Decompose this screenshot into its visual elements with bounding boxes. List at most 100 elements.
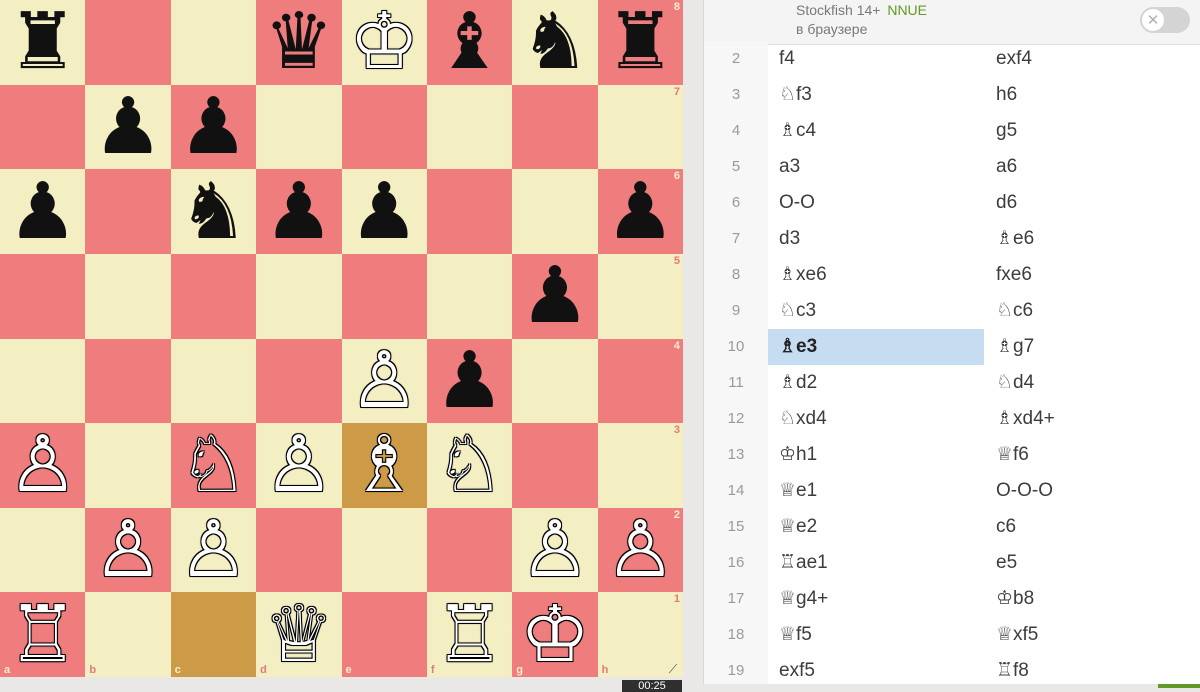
white-queen-icon[interactable]: ♕: [256, 592, 341, 677]
move-white[interactable]: f4: [768, 41, 984, 77]
square-a5[interactable]: [0, 253, 86, 339]
move-white[interactable]: ♗d2: [768, 365, 984, 401]
white-pawn-icon[interactable]: ♙: [598, 508, 683, 593]
move-white[interactable]: ♕e2: [768, 509, 984, 545]
square-f7[interactable]: [426, 84, 513, 170]
black-queen-icon[interactable]: ♛: [256, 0, 341, 85]
square-g8[interactable]: ♞: [512, 0, 598, 85]
square-g3[interactable]: [512, 423, 598, 508]
square-d3[interactable]: ♙: [256, 423, 342, 508]
move-white[interactable]: O-O: [768, 185, 984, 221]
square-g5[interactable]: ♟: [512, 253, 598, 339]
black-pawn-icon[interactable]: ♟: [85, 85, 170, 170]
square-d4[interactable]: [256, 338, 342, 424]
black-pawn-icon[interactable]: ♟: [256, 169, 341, 254]
square-f5[interactable]: [426, 253, 513, 339]
black-pawn-icon[interactable]: ♟: [598, 169, 683, 254]
square-c5[interactable]: [170, 253, 257, 339]
square-a7[interactable]: [0, 84, 86, 170]
square-d2[interactable]: [256, 507, 342, 593]
move-black[interactable]: g5: [985, 113, 1200, 149]
white-pawn-icon[interactable]: ♙: [512, 508, 597, 593]
square-f8[interactable]: ♝: [426, 0, 513, 85]
move-black[interactable]: ♕xf5: [985, 617, 1200, 653]
move-white[interactable]: ♘f3: [768, 77, 984, 113]
square-e4[interactable]: ♙: [341, 338, 427, 424]
square-f1[interactable]: ♖ f: [426, 592, 513, 677]
black-knight-icon[interactable]: ♞: [512, 0, 597, 85]
square-g7[interactable]: [512, 84, 598, 170]
black-pawn-icon[interactable]: ♟: [171, 85, 256, 170]
square-c3[interactable]: ♘: [170, 423, 257, 508]
white-king-icon[interactable]: ♔: [512, 592, 597, 677]
square-b8[interactable]: [85, 0, 171, 85]
square-c2[interactable]: ♙: [170, 507, 257, 593]
square-a6[interactable]: ♟: [0, 169, 86, 254]
black-rook-icon[interactable]: ♜: [598, 0, 683, 85]
square-f2[interactable]: [426, 507, 513, 593]
move-black[interactable]: fxe6: [985, 257, 1200, 293]
square-c7[interactable]: ♟: [170, 84, 257, 170]
white-pawn-icon[interactable]: ♙: [171, 508, 256, 593]
square-b1[interactable]: b: [85, 592, 171, 677]
resize-handle-icon[interactable]: ⟋: [666, 662, 680, 676]
move-white[interactable]: d3: [768, 221, 984, 257]
move-black[interactable]: c6: [985, 509, 1200, 545]
square-a2[interactable]: [0, 507, 86, 593]
move-white[interactable]: ♗xe6: [768, 257, 984, 293]
move-white[interactable]: ♘c3: [768, 293, 984, 329]
square-h8[interactable]: ♜ 8: [597, 0, 683, 85]
engine-toggle[interactable]: ✕: [1140, 7, 1190, 33]
square-f4[interactable]: ♟: [426, 338, 513, 424]
move-black[interactable]: ♘d4: [985, 365, 1200, 401]
move-black[interactable]: ♔b8: [985, 581, 1200, 617]
move-black[interactable]: ♗g7: [985, 329, 1200, 365]
square-g2[interactable]: ♙: [512, 507, 598, 593]
move-white[interactable]: ♕g4+: [768, 581, 984, 617]
move-black[interactable]: h6: [985, 77, 1200, 113]
black-bishop-icon[interactable]: ♝: [427, 0, 512, 85]
move-black[interactable]: ♗xd4+: [985, 401, 1200, 437]
white-knight-icon[interactable]: ♘: [427, 423, 512, 508]
move-white[interactable]: ♕e1: [768, 473, 984, 509]
square-g4[interactable]: [512, 338, 598, 424]
square-e2[interactable]: [341, 507, 427, 593]
square-d1[interactable]: ♕ d: [256, 592, 342, 677]
square-h7[interactable]: 7: [597, 84, 683, 170]
square-b6[interactable]: [85, 169, 171, 254]
square-e5[interactable]: [341, 253, 427, 339]
white-pawn-icon[interactable]: ♙: [342, 339, 427, 424]
square-h5[interactable]: 5: [597, 253, 683, 339]
move-black[interactable]: a6: [985, 149, 1200, 185]
move-white[interactable]: ♗c4: [768, 113, 984, 149]
square-a4[interactable]: [0, 338, 86, 424]
move-black[interactable]: O-O-O: [985, 473, 1200, 509]
square-b4[interactable]: [85, 338, 171, 424]
square-b3[interactable]: [85, 423, 171, 508]
move-white[interactable]: ♖ae1: [768, 545, 984, 581]
square-h6[interactable]: ♟ 6: [597, 169, 683, 254]
move-black[interactable]: ♕f6: [985, 437, 1200, 473]
square-d8[interactable]: ♛: [256, 0, 342, 85]
square-e1[interactable]: e: [341, 592, 427, 677]
white-bishop-icon[interactable]: ♗: [342, 423, 427, 508]
square-g6[interactable]: [512, 169, 598, 254]
square-e3[interactable]: ♗: [341, 423, 427, 508]
move-white[interactable]: ♕f5: [768, 617, 984, 653]
square-b2[interactable]: ♙: [85, 507, 171, 593]
square-d6[interactable]: ♟: [256, 169, 342, 254]
move-white[interactable]: exf5: [768, 653, 984, 684]
square-c4[interactable]: [170, 338, 257, 424]
square-a8[interactable]: ♜: [0, 0, 86, 85]
square-e7[interactable]: [341, 84, 427, 170]
square-b7[interactable]: ♟: [85, 84, 171, 170]
move-black[interactable]: e5: [985, 545, 1200, 581]
square-c8[interactable]: [170, 0, 257, 85]
white-pawn-icon[interactable]: ♙: [256, 423, 341, 508]
chess-board[interactable]: ♜ ♛ ♔ ♝ ♞ ♜ 8 ♟ ♟ 7 ♟ ♞ ♟ ♟ ♟ 6 ♟ 5 ♙ ♟ 4 ♙ ♘ ♙ ♗ ♘ 3 ♙ ♙ ♙ ♙ 2 ♖ a b c ♕ d e ♖…: [0, 0, 683, 677]
square-d7[interactable]: [256, 84, 342, 170]
square-h2[interactable]: ♙ 2: [597, 507, 683, 593]
square-h4[interactable]: 4: [597, 338, 683, 424]
move-white[interactable]: ♗e3: [768, 329, 984, 365]
square-f6[interactable]: [426, 169, 513, 254]
